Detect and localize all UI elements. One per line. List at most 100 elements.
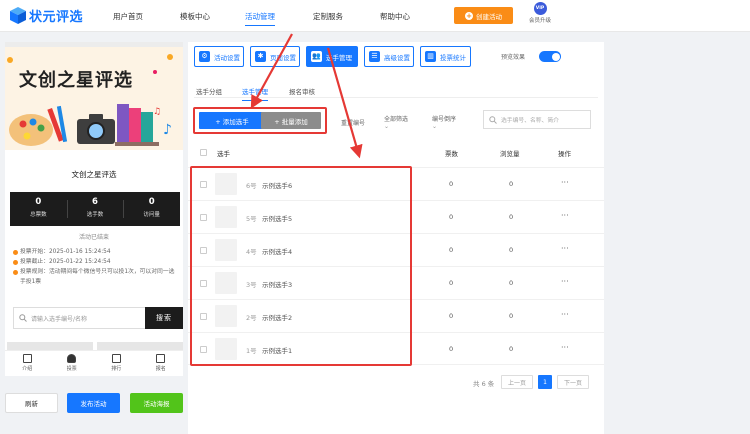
sort-number-label: 编号倒序 <box>432 116 457 123</box>
chevron-down-icon: ⌄ <box>384 123 390 130</box>
create-activity-button[interactable]: + 创建活动 <box>454 7 513 24</box>
preview-actions: 刷新 发布活动 活动海报 <box>0 393 188 413</box>
tab-signup[interactable]: 报名 <box>139 351 184 376</box>
stat-total-votes-label: 总票数 <box>30 212 47 218</box>
tab-signup-label: 报名 <box>155 366 166 372</box>
contestant-votes: 0 <box>449 345 454 353</box>
contestant-views: 0 <box>509 180 514 188</box>
more-actions-icon[interactable]: ··· <box>561 244 569 253</box>
signup-icon <box>156 354 166 363</box>
chevron-down-icon: ⌄ <box>432 123 438 130</box>
toolbar-contestant-management[interactable]: 👥 选手管理 <box>306 46 358 67</box>
bullet-icon <box>13 249 18 255</box>
nav-user-home[interactable]: 用户首页 <box>113 0 143 32</box>
contestant-search-input[interactable]: 选手编号、名称、简介 <box>483 110 591 129</box>
more-actions-icon[interactable]: ··· <box>561 178 569 187</box>
contestant-votes: 0 <box>449 279 454 287</box>
filter-all-label: 全部筛选 <box>384 116 409 123</box>
subtab-contestant-groups[interactable]: 选手分组 <box>196 86 222 96</box>
activity-stats: 0 总票数 6 选手数 0 访问量 <box>10 192 180 226</box>
rule-voting: 投票规则：活动期间每个微信号只可以投1次，可以对同一选手投1票 <box>13 267 179 287</box>
bullet-icon <box>13 269 18 275</box>
pagination-page-1[interactable]: 1 <box>538 375 552 389</box>
rule-voting-text: 投票规则：活动期间每个微信号只可以投1次，可以对同一选手投1票 <box>20 269 175 285</box>
vip-upgrade[interactable]: VIP 会员升级 <box>526 2 554 24</box>
vip-badge-icon: VIP <box>533 2 547 15</box>
tab-intro[interactable]: 介绍 <box>5 351 50 376</box>
contestant-votes: 0 <box>449 213 454 221</box>
preview-search: 请输入选手编号/名称 搜索 <box>13 307 183 329</box>
contestant-management-panel: ⚙ 活动设置 ✱ 页面设置 👥 选手管理 ☰ 高级设置 ▥ 投票统计 预览效果 选手分组 … <box>188 42 604 434</box>
banner-title: 文创之星评选 <box>19 70 133 91</box>
contestant-views: 0 <box>509 345 514 353</box>
nav-template-center[interactable]: 模板中心 <box>180 0 210 32</box>
select-all-checkbox[interactable] <box>200 149 207 156</box>
contestant-views: 0 <box>509 312 514 320</box>
stat-contestant-count-label: 选手数 <box>86 212 104 218</box>
toolbar-activity-settings[interactable]: ⚙ 活动设置 <box>194 46 244 67</box>
toolbar-page-settings[interactable]: ✱ 页面设置 <box>250 46 300 67</box>
contestant-votes: 0 <box>449 180 454 188</box>
preview-toggle-label: 预览效果 <box>501 54 526 61</box>
more-actions-icon[interactable]: ··· <box>561 211 569 220</box>
document-icon <box>22 354 32 363</box>
subtab-contestant-management[interactable]: 选手管理 <box>242 86 268 101</box>
rule-end-time: 投票截止：2025-01-22 15:24:54 <box>13 257 179 267</box>
column-views: 浏览量 <box>500 150 520 158</box>
toolbar-vote-statistics[interactable]: ▥ 投票统计 <box>420 46 471 67</box>
publish-activity-button[interactable]: 发布活动 <box>67 393 120 413</box>
preview-toggle[interactable] <box>539 51 561 62</box>
preview-search-button[interactable]: 搜索 <box>145 307 183 329</box>
rule-start-text: 投票开始：2025-01-16 15:24:54 <box>20 249 111 255</box>
activity-title: 文创之星评选 <box>71 170 117 179</box>
refresh-button[interactable]: 刷新 <box>5 393 58 413</box>
stat-visits-label: 访问量 <box>143 212 160 218</box>
nav-custom-service[interactable]: 定制服务 <box>313 0 343 32</box>
tab-ranking[interactable]: 排行 <box>94 351 139 376</box>
tab-vote-label: 投票 <box>66 366 77 372</box>
column-actions: 操作 <box>558 150 571 158</box>
phone-preview: ♪ ♫ 文创之星评选 文创之星评选 0 总票数 6 选手数 0 访问量 活动已结… <box>5 42 183 376</box>
toolbar-advanced-settings[interactable]: ☰ 高级设置 <box>364 46 414 67</box>
rule-end-text: 投票截止：2025-01-22 15:24:54 <box>20 259 111 265</box>
toolbar-page-settings-label: 页面设置 <box>270 53 296 62</box>
subtab-signup-review[interactable]: 报名审核 <box>289 86 315 96</box>
bar-chart-icon: ▥ <box>425 51 436 62</box>
more-actions-icon[interactable]: ··· <box>561 343 569 352</box>
contestant-search-placeholder: 选手编号、名称、简介 <box>501 118 559 124</box>
pagination-prev[interactable]: 上一页 <box>501 375 533 389</box>
tab-vote[interactable]: 投票 <box>50 351 95 376</box>
batch-add-button[interactable]: + 批量添加 <box>261 112 321 129</box>
activity-banner: ♪ ♫ 文创之星评选 <box>5 42 183 150</box>
annotation-box-contestant-list <box>190 166 412 366</box>
pagination-total: 共 6 条 <box>473 380 495 388</box>
sort-number-dropdown[interactable]: 编号倒序 ⌄ <box>432 114 456 130</box>
more-actions-icon[interactable]: ··· <box>561 310 569 319</box>
stat-visits-value: 0 <box>148 197 155 207</box>
tab-intro-label: 介绍 <box>22 366 33 372</box>
right-background <box>604 32 750 434</box>
nav-help-center[interactable]: 帮助中心 <box>380 0 410 32</box>
table-header: 选手 票数 浏览量 操作 <box>188 145 604 161</box>
pagination-next[interactable]: 下一页 <box>557 375 589 389</box>
banner-illustration: ♪ ♫ <box>5 42 183 150</box>
sliders-icon: ☰ <box>369 51 380 62</box>
add-contestant-button[interactable]: + 添加选手 <box>199 112 265 129</box>
activity-poster-button[interactable]: 活动海报 <box>130 393 183 413</box>
rule-start-time: 投票开始：2025-01-16 15:24:54 <box>13 247 179 257</box>
create-activity-label: 创建活动 <box>476 12 502 21</box>
nav-activity-management[interactable]: 活动管理 <box>245 0 275 32</box>
person-icon <box>67 354 77 363</box>
filter-all-dropdown[interactable]: 全部筛选 ⌄ <box>384 114 408 130</box>
tab-ranking-label: 排行 <box>111 366 122 372</box>
search-icon <box>489 115 497 124</box>
svg-text:♫: ♫ <box>153 107 161 117</box>
column-contestant: 选手 <box>217 150 230 158</box>
brand-logo[interactable]: 状元评选 <box>10 6 83 25</box>
reset-numbering[interactable]: 重置编号 <box>341 118 365 127</box>
toolbar-activity-settings-label: 活动设置 <box>214 53 240 62</box>
preview-search-input[interactable]: 请输入选手编号/名称 <box>13 307 145 329</box>
toolbar-vote-statistics-label: 投票统计 <box>440 53 466 62</box>
subtab-divider <box>194 97 598 98</box>
more-actions-icon[interactable]: ··· <box>561 277 569 286</box>
